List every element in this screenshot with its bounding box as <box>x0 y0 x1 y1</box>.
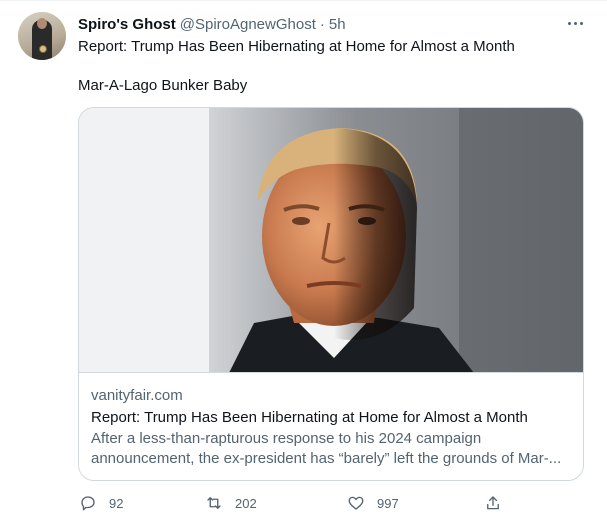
like-button[interactable]: 997 <box>347 490 399 516</box>
avatar[interactable] <box>18 12 66 60</box>
tweet-text-line-1: Report: Trump Has Been Hibernating at Ho… <box>78 38 515 55</box>
retweet-icon <box>207 497 221 509</box>
retweet-button[interactable]: 202 <box>205 490 257 516</box>
reply-icon <box>81 496 95 511</box>
timestamp[interactable]: 5h <box>329 16 346 33</box>
reply-count: 92 <box>109 495 124 511</box>
tweet-text-line-2: Mar-A-Lago Bunker Baby <box>78 77 248 94</box>
card-description-line-2: announcement, the ex-president has “bare… <box>91 450 562 467</box>
card-description-line-1: After a less-than-rapturous response to … <box>91 430 482 447</box>
heart-icon <box>348 496 364 510</box>
card-description: After a less-than-rapturous response to … <box>91 429 573 469</box>
top-divider <box>0 0 607 1</box>
separator-dot: · <box>319 15 325 33</box>
card-body[interactable]: vanityfair.com Report: Trump Has Been Hi… <box>91 386 573 469</box>
share-button[interactable] <box>484 490 502 516</box>
display-name[interactable]: Spiro's Ghost <box>78 16 176 33</box>
tweet-actions: 92 202 997 <box>72 490 512 516</box>
user-handle[interactable]: @SpiroAgnewGhost <box>180 16 316 33</box>
tweet-header: Spiro's Ghost @SpiroAgnewGhost · 5h <box>78 14 346 34</box>
reply-button[interactable]: 92 <box>79 490 123 516</box>
more-options-icon[interactable] <box>558 10 592 36</box>
card-title: Report: Trump Has Been Hibernating at Ho… <box>91 409 528 426</box>
card-domain: vanityfair.com <box>91 387 183 404</box>
like-count: 997 <box>377 495 399 511</box>
link-card[interactable]: vanityfair.com Report: Trump Has Been Hi… <box>78 107 584 481</box>
card-image[interactable] <box>79 108 583 373</box>
share-icon <box>487 496 499 510</box>
retweet-count: 202 <box>235 495 257 511</box>
